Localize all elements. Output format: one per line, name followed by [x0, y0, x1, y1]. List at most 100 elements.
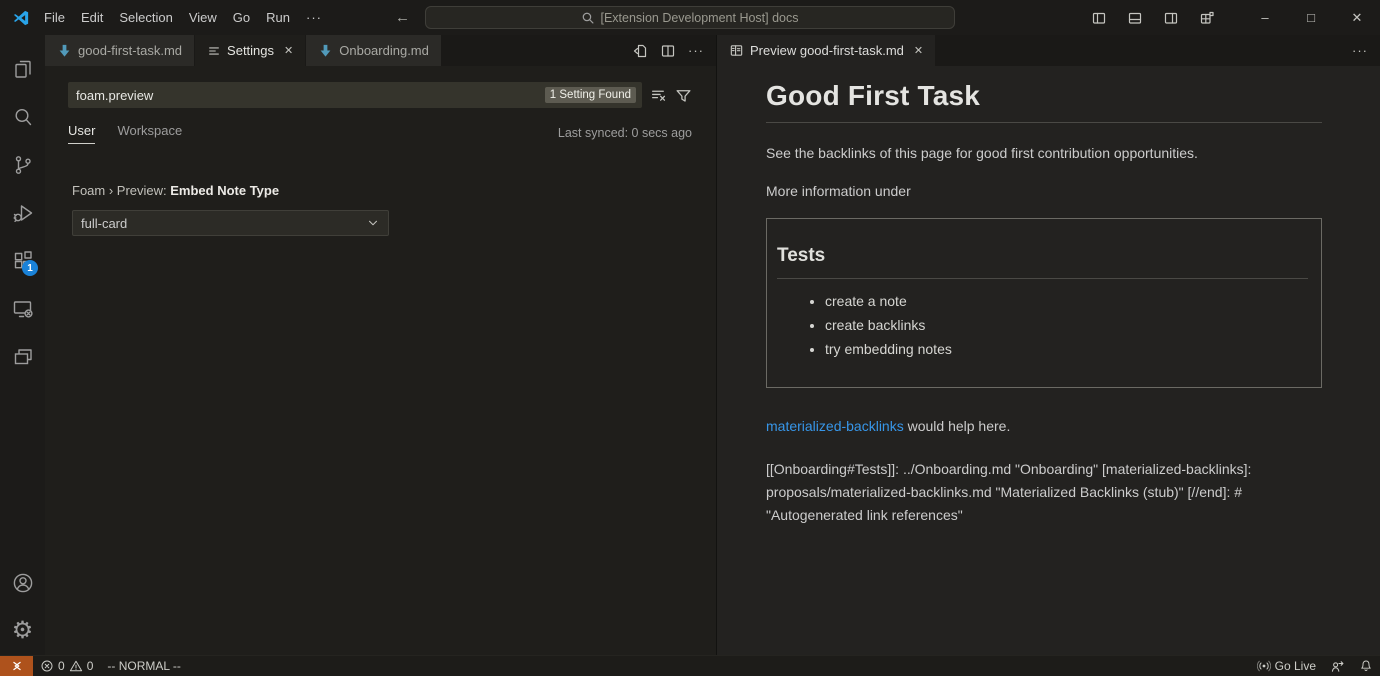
menu-view[interactable]: View [181, 6, 225, 29]
customize-layout-icon[interactable] [1194, 5, 1220, 31]
minimize-button[interactable]: – [1242, 0, 1288, 35]
settings-tab-icon [207, 44, 221, 58]
vscode-logo-icon [10, 7, 32, 29]
vim-mode-indicator[interactable]: -- NORMAL -- [100, 656, 188, 676]
go-live-label: Go Live [1275, 659, 1316, 673]
search-icon [581, 11, 595, 25]
toggle-secondary-sidebar-icon[interactable] [1158, 5, 1184, 31]
close-tab-icon[interactable]: ✕ [284, 44, 293, 57]
markdown-preview-icon [729, 43, 744, 58]
editor-layouts-icon[interactable] [0, 333, 45, 381]
close-tab-icon[interactable]: ✕ [914, 44, 923, 57]
setting-embed-note-type: Foam › Preview: Embed Note Type full-car… [68, 183, 692, 236]
menu-more-icon[interactable]: ··· [298, 6, 330, 29]
go-back-icon[interactable]: ← [395, 9, 410, 26]
markdown-preview: Good First Task See the backlinks of thi… [717, 66, 1380, 655]
backlink-suffix: would help here. [904, 418, 1011, 434]
filter-settings-icon[interactable] [675, 87, 692, 104]
settings-search-input[interactable] [76, 88, 545, 103]
setting-category: Foam › Preview: [72, 183, 170, 198]
command-center-search[interactable]: [Extension Development Host] docs [425, 6, 955, 29]
settings-gear-icon[interactable]: ⚙ [0, 607, 45, 655]
list-item: try embedding notes [825, 341, 1311, 357]
split-editor-icon[interactable] [660, 43, 676, 59]
embed-note-type-select[interactable]: full-card [72, 210, 389, 236]
scope-tab-user[interactable]: User [68, 123, 95, 144]
tab-label: good-first-task.md [78, 43, 182, 58]
list-item: create backlinks [825, 317, 1311, 333]
list-item: create a note [825, 293, 1311, 309]
footer-line: "Autogenerated link references" [766, 504, 1322, 527]
status-bar: 0 0 -- NORMAL -- Go Live [0, 655, 1380, 676]
live-share-button[interactable] [1323, 656, 1352, 676]
footer-line: proposals/materialized-backlinks.md "Mat… [766, 481, 1322, 504]
extensions-badge: 1 [22, 260, 38, 276]
maximize-button[interactable]: □ [1288, 0, 1334, 35]
backlink-line: materialized-backlinks would help here. [766, 418, 1322, 434]
open-settings-json-icon[interactable] [632, 43, 648, 59]
menu-run[interactable]: Run [258, 6, 298, 29]
editor-group-right: Preview good-first-task.md ✕ ··· Good Fi… [717, 35, 1380, 655]
tab-label: Onboarding.md [339, 43, 429, 58]
divider [777, 278, 1308, 279]
close-window-button[interactable]: ✕ [1334, 0, 1380, 35]
more-actions-icon[interactable]: ··· [1352, 43, 1368, 58]
run-debug-icon[interactable] [0, 189, 45, 237]
preview-title: Good First Task [766, 80, 1322, 112]
divider [766, 122, 1322, 123]
tab-good-first-task[interactable]: good-first-task.md [45, 35, 195, 66]
window-controls: – □ ✕ [1242, 0, 1380, 35]
search-view-icon[interactable] [0, 93, 45, 141]
toggle-panel-icon[interactable] [1122, 5, 1148, 31]
command-center-label: [Extension Development Host] docs [600, 11, 798, 25]
menu-edit[interactable]: Edit [73, 6, 111, 29]
error-icon [40, 659, 54, 673]
extensions-icon[interactable]: 1 [0, 237, 45, 285]
error-count: 0 [58, 659, 65, 673]
accounts-icon[interactable] [0, 559, 45, 607]
more-actions-icon[interactable]: ··· [688, 43, 704, 58]
right-tabs-bar: Preview good-first-task.md ✕ ··· [717, 35, 1380, 66]
settings-found-badge: 1 Setting Found [545, 87, 636, 103]
preview-paragraph-1: See the backlinks of this page for good … [766, 145, 1322, 161]
preview-paragraph-2: More information under [766, 183, 1322, 199]
tab-label: Settings [227, 43, 274, 58]
remote-indicator[interactable] [0, 656, 33, 676]
notifications-button[interactable] [1352, 656, 1380, 676]
settings-search-box: 1 Setting Found [68, 82, 642, 108]
explorer-icon[interactable] [0, 45, 45, 93]
left-tabs-bar: good-first-task.md Settings ✕ Onboarding… [45, 35, 716, 66]
warning-icon [69, 659, 83, 673]
menu-selection[interactable]: Selection [111, 6, 180, 29]
bell-icon [1359, 659, 1373, 673]
problems-indicator[interactable]: 0 0 [33, 656, 100, 676]
broadcast-icon [1257, 659, 1271, 673]
menu-go[interactable]: Go [225, 6, 258, 29]
markdown-file-icon [318, 43, 333, 58]
tab-onboarding[interactable]: Onboarding.md [306, 35, 442, 66]
embedded-note-title: Tests [777, 245, 1311, 267]
vim-mode-label: -- NORMAL -- [107, 659, 181, 673]
vscode-window: File Edit Selection View Go Run ··· ← → … [0, 0, 1380, 676]
markdown-file-icon [57, 43, 72, 58]
setting-name: Embed Note Type [170, 183, 279, 198]
tab-settings[interactable]: Settings ✕ [195, 35, 306, 66]
go-live-button[interactable]: Go Live [1250, 656, 1323, 676]
layout-controls [1086, 5, 1220, 31]
settings-editor: 1 Setting Found User Workspace Last s [45, 66, 716, 655]
scope-tab-workspace[interactable]: Workspace [117, 123, 182, 143]
clear-settings-search-icon[interactable] [650, 87, 667, 104]
tab-preview-good-first-task[interactable]: Preview good-first-task.md ✕ [717, 35, 936, 66]
link-references-paragraph: [[Onboarding#Tests]]: ../Onboarding.md "… [766, 458, 1322, 527]
editor-group-left: good-first-task.md Settings ✕ Onboarding… [45, 35, 716, 655]
left-editor-actions: ··· [632, 35, 716, 66]
source-control-icon[interactable] [0, 141, 45, 189]
materialized-backlinks-link[interactable]: materialized-backlinks [766, 418, 904, 434]
remote-explorer-icon[interactable] [0, 285, 45, 333]
right-editor-actions: ··· [1352, 35, 1380, 66]
warning-count: 0 [87, 659, 94, 673]
select-value: full-card [81, 216, 127, 231]
toggle-sidebar-icon[interactable] [1086, 5, 1112, 31]
menu-file[interactable]: File [36, 6, 73, 29]
menu-bar: File Edit Selection View Go Run ··· [36, 6, 330, 29]
